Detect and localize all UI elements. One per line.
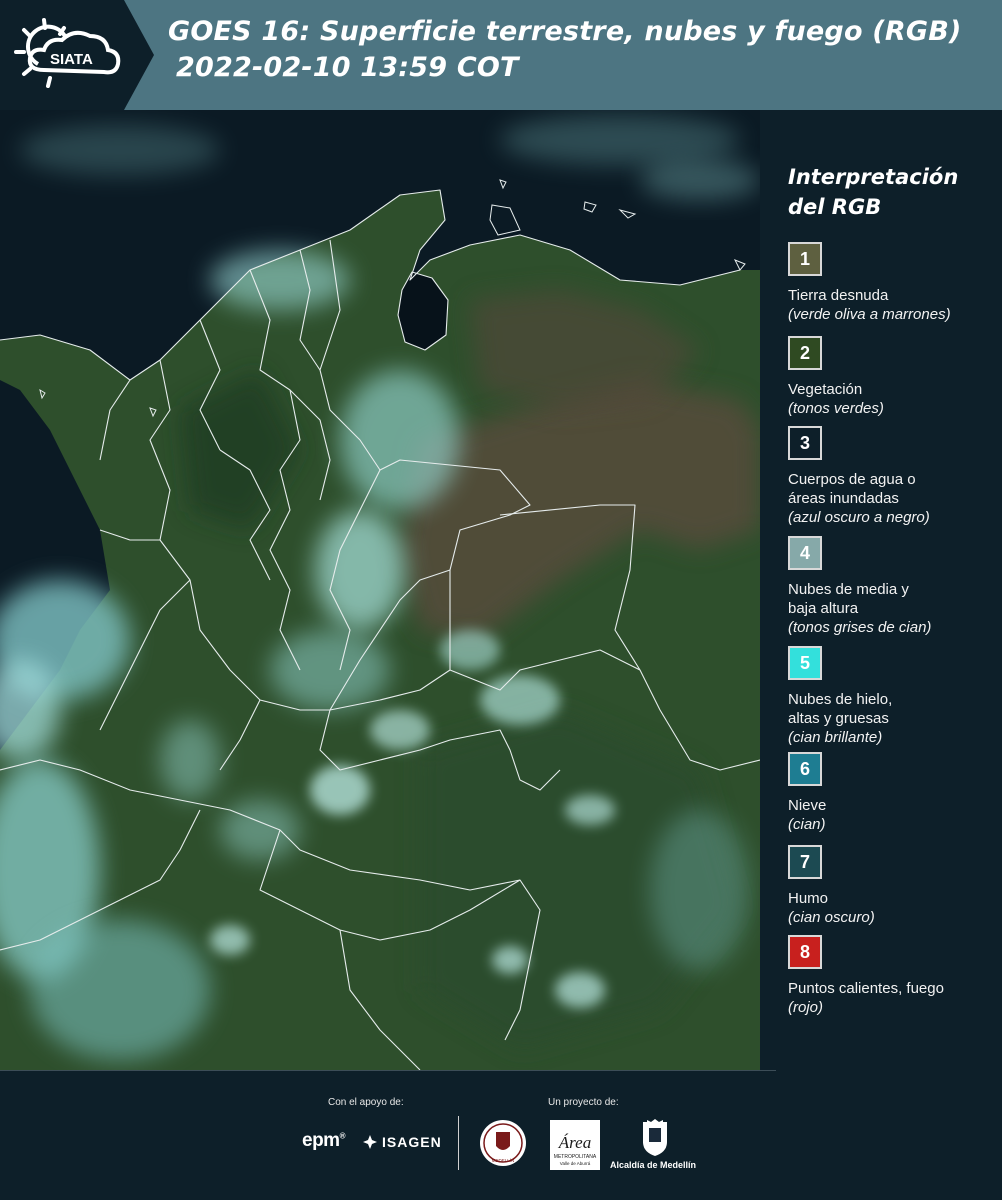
legend-item-description: (tonos grises de cian) xyxy=(788,619,932,636)
legend-item-label: Nubes de media y xyxy=(788,581,909,598)
legend-item-label-cont: baja altura xyxy=(788,600,859,617)
legend-item-description: (cian) xyxy=(788,816,826,833)
isagen-logo-text: ISAGEN xyxy=(382,1134,442,1150)
footer: Con el apoyo de: Un proyecto de: epm® IS… xyxy=(0,1070,1002,1200)
legend-title: Interpretación del RGB xyxy=(788,162,998,222)
legend-item-text: Nieve (cian) xyxy=(788,796,998,834)
legend-item-text: Nubes de hielo, altas y gruesas (cian bril… xyxy=(788,690,998,747)
legend-item-description: (azul oscuro a negro) xyxy=(788,509,930,526)
metro-logo-sub2: Valle de Aburrá xyxy=(560,1161,591,1166)
legend-item: 3 Cuerpos de agua o áreas inundadas (azul o… xyxy=(788,426,998,527)
title-product: GOES 16: Superficie terrestre, nubes y f… xyxy=(168,16,962,47)
footer-logo-divider xyxy=(458,1116,459,1170)
isagen-icon xyxy=(363,1135,377,1149)
legend-item-label: Cuerpos de agua o xyxy=(788,471,916,488)
legend-item: 5 Nubes de hielo, altas y gruesas (cian bri… xyxy=(788,646,998,747)
legend-item-description: (cian oscuro) xyxy=(788,909,875,926)
legend-title-line2: del RGB xyxy=(788,195,882,219)
title-timestamp: 2022-02-10 13:59 COT xyxy=(176,52,519,83)
alcaldia-logo-text: Alcaldía de Medellín xyxy=(610,1160,697,1170)
metro-logo-text: Área xyxy=(558,1133,591,1152)
legend-swatch: 5 xyxy=(788,646,822,680)
legend-item-label: Tierra desnuda xyxy=(788,287,889,304)
legend-swatch: 3 xyxy=(788,426,822,460)
epm-trademark: ® xyxy=(339,1131,346,1141)
legend-item-label-cont: altas y gruesas xyxy=(788,710,889,727)
legend-item-text: Tierra desnuda (verde oliva a marrones) xyxy=(788,286,998,324)
legend-title-line1: Interpretación xyxy=(788,165,959,189)
project-label: Un proyecto de: xyxy=(548,1097,619,1108)
legend-item: 4 Nubes de media y baja altura (tonos grise… xyxy=(788,536,998,637)
legend-panel: Interpretación del RGB 1 Tierra desnuda (v… xyxy=(760,110,1002,1070)
legend-item-text: Humo (cian oscuro) xyxy=(788,889,998,927)
legend-item-label-cont: áreas inundadas xyxy=(788,490,899,507)
legend-item-label: Humo xyxy=(788,890,829,907)
legend-swatch: 7 xyxy=(788,845,822,879)
legend-item-text: Nubes de media y baja altura (tonos grises… xyxy=(788,580,998,637)
legend-item-text: Puntos calientes, fuego (rojo) xyxy=(788,979,998,1017)
rgb-composite-image xyxy=(0,110,760,1070)
legend-swatch: 6 xyxy=(788,752,822,786)
legend-swatch: 4 xyxy=(788,536,822,570)
legend-item-label: Nieve xyxy=(788,797,827,814)
legend-item-description: (cian brillante) xyxy=(788,729,883,746)
siata-logo-text: SIATA xyxy=(50,51,93,68)
legend-item: 2 Vegetación (tonos verdes) xyxy=(788,336,998,418)
footer-divider xyxy=(0,1070,776,1071)
legend-item: 7 Humo (cian oscuro) xyxy=(788,845,998,927)
legend-item: 8 Puntos calientes, fuego (rojo) xyxy=(788,935,998,1017)
satellite-map[interactable] xyxy=(0,110,760,1070)
legend-item-description: (rojo) xyxy=(788,999,824,1016)
legend-item: 6 Nieve (cian) xyxy=(788,752,998,834)
support-label: Con el apoyo de: xyxy=(328,1097,404,1108)
legend-item: 1 Tierra desnuda (verde oliva a marrones) xyxy=(788,242,998,324)
epm-logo: epm® xyxy=(302,1130,346,1152)
epm-logo-text: epm xyxy=(302,1130,340,1151)
header: SIATA GOES 16: Superficie terrestre, nub… xyxy=(0,0,1002,110)
alcaldia-shield-icon xyxy=(643,1119,667,1156)
area-metropolitana-logo: Área METROPOLITANA Valle de Aburrá xyxy=(550,1120,600,1170)
legend-item-description: (tonos verdes) xyxy=(788,400,884,417)
siata-logo: SIATA xyxy=(14,18,121,88)
isagen-logo: ISAGEN xyxy=(362,1132,442,1152)
legend-item-text: Cuerpos de agua o áreas inundadas (azul os… xyxy=(788,470,998,527)
legend-swatch: 2 xyxy=(788,336,822,370)
legend-swatch: 1 xyxy=(788,242,822,276)
legend-item-label: Puntos calientes, fuego xyxy=(788,980,944,997)
legend-item-label: Vegetación xyxy=(788,381,863,398)
page-title: GOES 16: Superficie terrestre, nubes y f… xyxy=(168,14,998,86)
legend-swatch: 8 xyxy=(788,935,822,969)
metro-logo-sub1: METROPOLITANA xyxy=(554,1154,597,1160)
seal-text: MEDELLÍN xyxy=(492,1157,515,1163)
legend-item-text: Vegetación (tonos verdes) xyxy=(788,380,998,418)
legend-item-description: (verde oliva a marrones) xyxy=(788,306,951,323)
legend-item-label: Nubes de hielo, xyxy=(788,691,893,708)
medellin-seal-icon: MEDELLÍN xyxy=(480,1120,526,1166)
